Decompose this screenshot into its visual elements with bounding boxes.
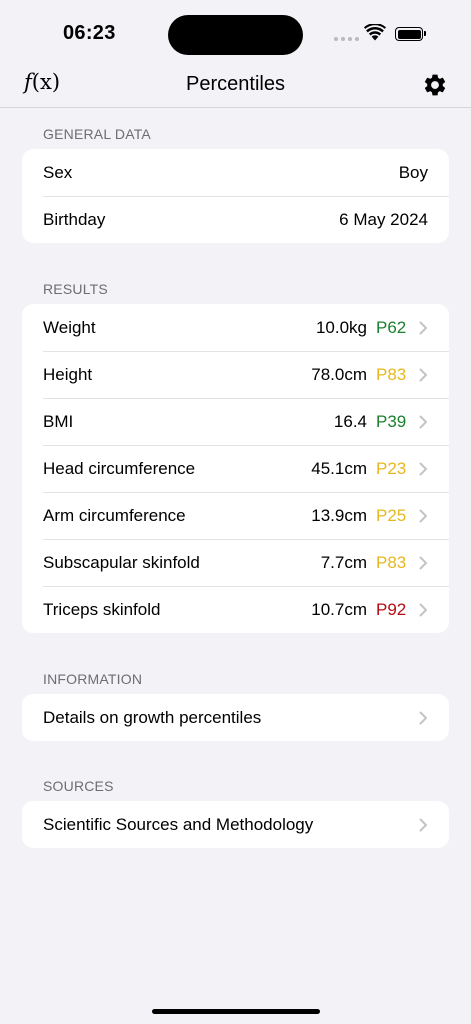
chevron-right-icon [419,818,427,831]
result-label: Triceps skinfold [43,599,161,619]
result-row-triceps-skinfold[interactable]: Triceps skinfold 10.7cm P92 [22,586,449,633]
birthday-label: Birthday [43,209,106,229]
chevron-right-icon [419,603,427,616]
sex-row[interactable]: Sex Boy [22,149,449,196]
section-header-information: Information [43,671,143,687]
results-card: Weight 10.0kg P62 Height 78.0cm P83 BMI … [22,304,449,633]
percentile-badge: P62 [376,317,407,337]
battery-icon [395,27,426,41]
navigation-bar: f(x) Percentiles [0,62,471,108]
result-value: 7.7cm [320,552,367,572]
result-value: 16.4 [333,411,367,431]
result-value: 10.7cm [311,599,367,619]
percentile-badge: P25 [376,505,407,525]
section-header-general: General Data [43,126,151,142]
result-row-weight[interactable]: Weight 10.0kg P62 [22,304,449,351]
section-header-sources: Sources [43,778,114,794]
result-value: 78.0cm [311,364,367,384]
result-label: Arm circumference [43,505,186,525]
result-label: Height [43,364,93,384]
chevron-right-icon [419,321,427,334]
result-label: Head circumference [43,458,196,478]
chevron-right-icon [419,462,427,475]
chevron-right-icon [419,368,427,381]
sex-label: Sex [43,162,73,182]
sex-value: Boy [398,162,428,182]
result-row-head-circumference[interactable]: Head circumference 45.1cm P23 [22,445,449,492]
percentile-badge: P92 [376,599,407,619]
result-label: Subscapular skinfold [43,552,200,572]
birthday-row[interactable]: Birthday 6 May 2024 [22,196,449,243]
birthday-value: 6 May 2024 [339,209,428,229]
status-time: 06:23 [63,22,116,44]
result-row-height[interactable]: Height 78.0cm P83 [22,351,449,398]
chevron-right-icon [419,509,427,522]
sources-card: Scientific Sources and Methodology [22,801,449,848]
growth-percentiles-details-row[interactable]: Details on growth percentiles [22,694,449,741]
information-card: Details on growth percentiles [22,694,449,741]
percentile-badge: P23 [376,458,407,478]
scientific-sources-row[interactable]: Scientific Sources and Methodology [22,801,449,848]
wifi-icon [364,24,386,41]
dynamic-island [168,15,303,55]
percentile-badge: P83 [376,364,407,384]
result-row-arm-circumference[interactable]: Arm circumference 13.9cm P25 [22,492,449,539]
row-label: Details on growth percentiles [43,707,262,727]
chevron-right-icon [419,415,427,428]
result-row-subscapular-skinfold[interactable]: Subscapular skinfold 7.7cm P83 [22,539,449,586]
general-data-card: Sex Boy Birthday 6 May 2024 [22,149,449,243]
home-indicator[interactable] [152,1009,320,1014]
percentile-badge: P39 [376,411,407,431]
page-title: Percentiles [186,73,285,95]
chevron-right-icon [419,556,427,569]
status-bar: 06:23 [0,0,471,68]
result-value: 10.0kg [315,317,367,337]
result-value: 45.1cm [311,458,367,478]
gear-icon[interactable] [422,72,448,98]
section-header-results: Results [43,281,108,297]
result-value: 13.9cm [311,505,367,525]
result-label: Weight [43,317,96,337]
chevron-right-icon [419,711,427,724]
result-row-bmi[interactable]: BMI 16.4 P39 [22,398,449,445]
percentile-badge: P83 [376,552,407,572]
result-label: BMI [43,411,74,431]
cellular-signal-icon [334,37,359,41]
row-label: Scientific Sources and Methodology [43,814,314,834]
